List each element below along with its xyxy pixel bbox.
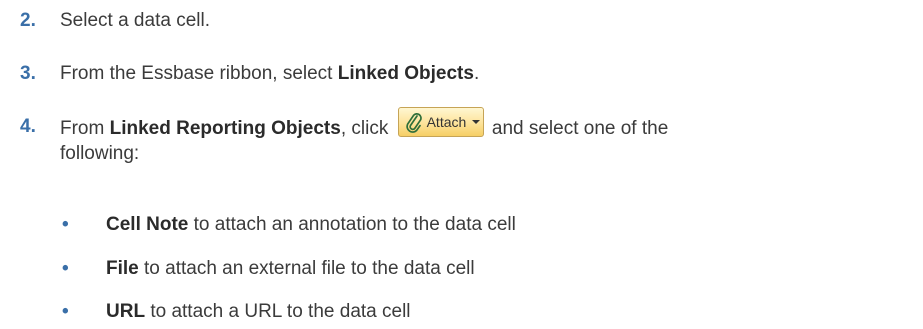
step-text-continuation: following:	[60, 143, 140, 164]
step-number: 4.	[20, 116, 36, 137]
step-number: 3.	[20, 63, 36, 84]
step-text: Select a data cell.	[60, 10, 210, 31]
step-number: 2.	[20, 10, 36, 31]
step-text: From the Essbase ribbon, select Linked O…	[60, 63, 480, 84]
ui-term-linked-reporting-objects: Linked Reporting Objects	[109, 118, 341, 140]
attach-button-label: Attach	[426, 114, 467, 130]
option-text: URL to attach a URL to the data cell	[106, 301, 411, 322]
bullet-icon: •	[62, 258, 69, 279]
chevron-down-icon[interactable]	[471, 120, 480, 124]
step-text: From Linked Reporting Objects, click Att…	[60, 107, 668, 144]
paperclip-icon	[405, 113, 422, 133]
option-text: Cell Note to attach an annotation to the…	[106, 214, 516, 235]
option-text: File to attach an external file to the d…	[106, 258, 475, 279]
ui-term-linked-objects: Linked Objects	[337, 63, 474, 84]
bullet-icon: •	[62, 214, 69, 235]
bullet-icon: •	[62, 301, 69, 322]
attach-button[interactable]: Attach	[397, 107, 484, 137]
